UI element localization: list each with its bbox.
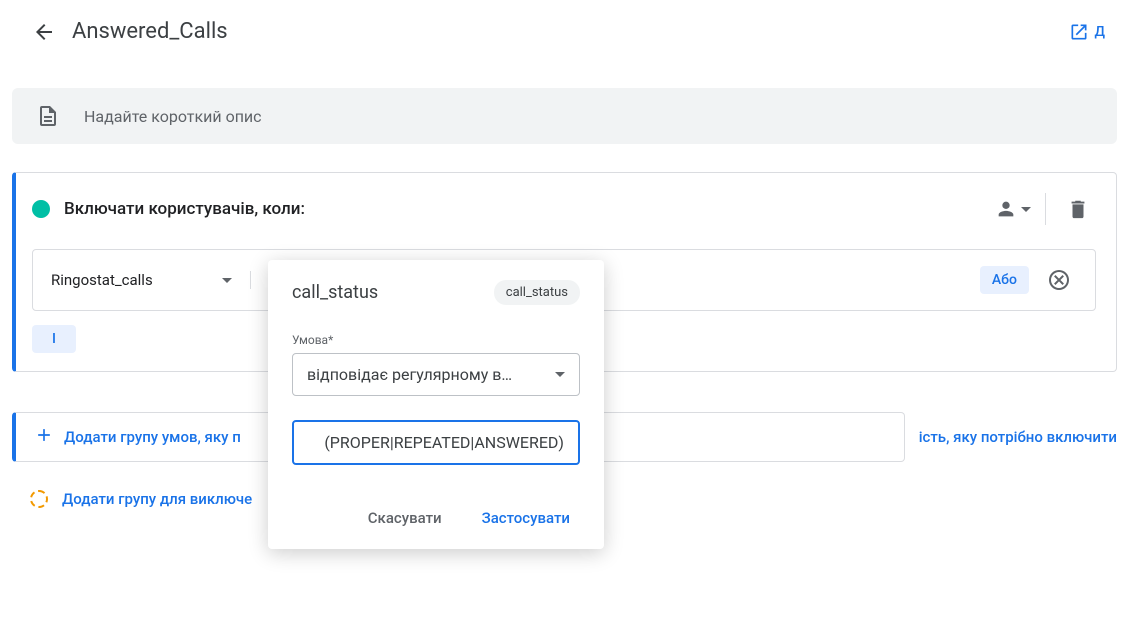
popover-header: call_status call_status [292,280,580,305]
dimension-chip[interactable]: call_status [494,280,580,305]
description-icon [36,104,60,128]
header-actions: Д [1069,22,1105,42]
delete-button[interactable] [1060,191,1096,227]
condition-field-label: Умова* [292,333,580,347]
or-chip[interactable]: Або [980,266,1029,294]
plus-icon [34,425,54,445]
open-in-new-icon [1069,22,1089,42]
caret-down-icon [1021,207,1031,212]
popover-title: call_status [292,282,378,303]
back-button[interactable] [24,12,64,52]
add-group-label: Додати групу умов, яку п [64,428,241,446]
scope-dropdown[interactable] [993,191,1031,227]
event-select[interactable]: Ringostat_calls [51,271,251,289]
cancel-button[interactable]: Скасувати [358,501,452,535]
description-placeholder: Надайте короткий опис [84,107,262,126]
include-header: Включати користувачів, коли: [32,191,1096,227]
header: Answered_Calls Д [0,0,1129,64]
condition-select[interactable]: відповідає регулярному в… [292,353,580,396]
condition-popover: call_status call_status Умова* відповіда… [268,260,604,549]
include-header-actions [993,191,1096,227]
and-chip[interactable]: І [32,325,76,353]
open-in-new-button[interactable]: Д [1069,22,1105,42]
caret-down-icon [222,278,232,283]
include-indicator-dot [32,200,50,218]
caret-down-icon [555,372,565,377]
person-icon [995,198,1017,220]
value-input[interactable] [292,420,580,465]
description-bar[interactable]: Надайте короткий опис [12,88,1117,144]
page-title: Answered_Calls [72,19,228,44]
event-select-label: Ringostat_calls [51,271,153,289]
apply-button[interactable]: Застосувати [472,501,580,535]
add-sequence-button[interactable]: ість, яку потрібно включити [919,416,1117,458]
arrow-back-icon [32,20,56,44]
condition-actions: Або [980,262,1077,298]
condition-select-value: відповідає регулярному в… [307,365,512,384]
include-title: Включати користувачів, коли: [64,199,305,219]
exclude-indicator-icon [30,490,48,508]
remove-condition-button[interactable] [1041,262,1077,298]
add-exclude-label: Додати групу для виключе [62,490,252,508]
divider [1045,193,1046,225]
cancel-circle-icon [1047,268,1071,292]
popover-actions: Скасувати Застосувати [292,501,580,535]
trash-icon [1067,198,1089,220]
open-label: Д [1095,24,1105,40]
